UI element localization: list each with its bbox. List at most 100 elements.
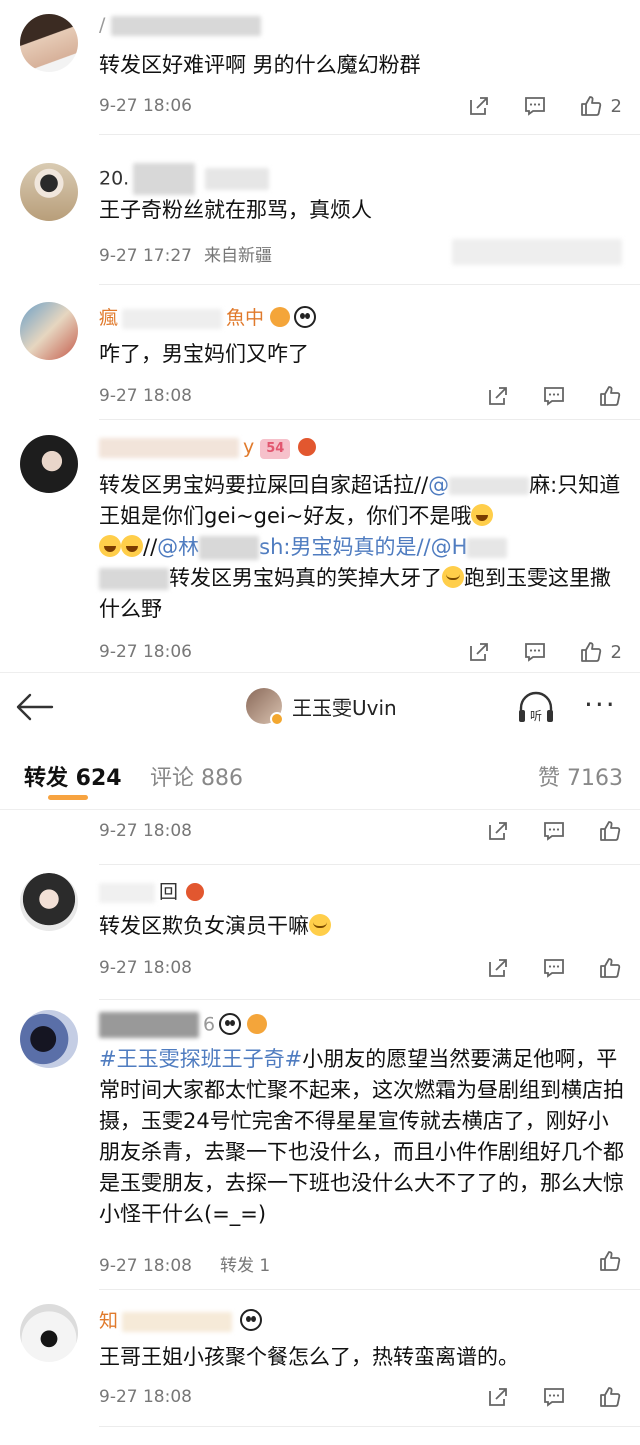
fish-badge-icon	[247, 1013, 268, 1034]
comment-text: 咋了，男宝妈们又咋了	[99, 342, 309, 366]
share-button[interactable]	[486, 384, 510, 408]
comment-text: 转发区好难评啊 男的什么魔幻粉群	[99, 53, 421, 77]
share-icon	[486, 384, 510, 408]
laugh-cry-emoji-icon	[309, 914, 331, 936]
comment-icon	[523, 640, 547, 664]
mention-link[interactable]: @	[428, 473, 449, 497]
comment-item: 知 王哥王姐小孩聚个餐怎么了，热转蛮离谱的。 9-27 18:08	[0, 1290, 640, 1430]
like-count: 2	[610, 641, 622, 663]
thumbs-up-icon	[598, 956, 622, 980]
thumbs-up-icon	[598, 1249, 622, 1273]
username[interactable]: 6	[99, 1012, 268, 1038]
laugh-cry-emoji-icon	[442, 566, 464, 588]
share-button[interactable]	[467, 640, 491, 664]
comment-time: 9-27 18:06	[99, 642, 192, 662]
tab-comment[interactable]: 评论 886	[150, 760, 243, 792]
like-button[interactable]	[598, 1249, 622, 1273]
divider	[99, 1426, 640, 1427]
comment-item: 瘋魚中 咋了，男宝妈们又咋了 9-27 18:08	[0, 285, 640, 420]
comment-icon	[542, 1385, 566, 1409]
comment-text: #王玉雯探班王子奇#小朋友的愿望当然要满足他啊，平常时间大家都太忙聚不起来，这次…	[99, 1047, 624, 1226]
topic-link[interactable]: #王玉雯探班王子奇#	[99, 1047, 302, 1071]
comment-icon	[523, 94, 547, 118]
thumbs-up-icon	[598, 384, 622, 408]
thumbs-up-icon	[598, 819, 622, 843]
avatar[interactable]	[20, 14, 78, 72]
avatar[interactable]	[20, 873, 78, 931]
avatar[interactable]	[20, 1010, 78, 1068]
mention-link[interactable]: @林	[157, 535, 199, 559]
fan-badge-icon	[186, 883, 205, 901]
comment-icon	[542, 384, 566, 408]
laugh-emoji-icon	[99, 535, 121, 557]
comment-icon	[542, 956, 566, 980]
avatar[interactable]	[20, 1304, 78, 1362]
like-button[interactable]	[598, 1385, 622, 1409]
comment-button[interactable]	[542, 384, 566, 408]
avatar[interactable]	[20, 302, 78, 360]
comment-button[interactable]	[542, 956, 566, 980]
username[interactable]: 知	[99, 1306, 263, 1333]
more-options-icon[interactable]: ···	[584, 691, 617, 719]
comment-meta: 9-27 17:27 来自新疆	[99, 246, 272, 266]
comment-time: 9-27 18:06	[99, 96, 192, 116]
share-icon	[486, 819, 510, 843]
share-button[interactable]	[486, 1385, 510, 1409]
comment-text: 王子奇粉丝就在那骂，真烦人	[99, 198, 372, 222]
comment-time: 9-27 18:08	[99, 1387, 192, 1407]
comment-button[interactable]	[542, 1385, 566, 1409]
comment-meta: 9-27 18:08 转发 1	[99, 1256, 271, 1276]
share-button[interactable]	[486, 819, 510, 843]
listen-headphones-icon[interactable]: 听	[516, 690, 556, 726]
comment-text: 王哥王姐小孩聚个餐怎么了，热转蛮离谱的。	[99, 1345, 519, 1369]
comment-time: 9-27 18:08	[99, 821, 192, 841]
tab-repost[interactable]: 转发 624	[24, 760, 122, 792]
laugh-emoji-icon	[471, 504, 494, 526]
share-icon	[486, 1385, 510, 1409]
username[interactable]: /	[99, 14, 262, 36]
mention-link[interactable]: @H	[431, 535, 468, 559]
nav-title[interactable]: 王玉雯Uvin	[246, 688, 397, 726]
comment-text: 转发区欺负女演员干嘛	[99, 911, 624, 942]
crown-badge-icon	[270, 307, 291, 327]
comment-icon	[542, 819, 566, 843]
username[interactable]: 回	[99, 877, 205, 904]
share-icon	[467, 94, 491, 118]
back-arrow-icon[interactable]	[12, 687, 56, 727]
panda-badge-icon	[240, 1309, 263, 1331]
username[interactable]: y 54	[99, 436, 317, 459]
username[interactable]: 瘋魚中	[99, 303, 317, 330]
avatar[interactable]	[20, 435, 78, 493]
comment-button[interactable]	[523, 94, 547, 118]
author-avatar[interactable]	[246, 688, 284, 726]
comment-button[interactable]	[542, 819, 566, 843]
comment-button[interactable]	[523, 640, 547, 664]
like-button[interactable]	[598, 956, 622, 980]
share-icon	[467, 640, 491, 664]
author-name[interactable]: 王玉雯Uvin	[292, 692, 397, 721]
repost-count-label[interactable]: 转发 1	[220, 1256, 270, 1276]
like-button[interactable]	[598, 819, 622, 843]
tab-like[interactable]: 赞 7163	[538, 760, 623, 792]
like-button[interactable]: 2	[579, 94, 622, 118]
share-button[interactable]	[486, 956, 510, 980]
verified-badge-icon	[270, 712, 284, 726]
comment-time: 9-27 18:08	[99, 958, 192, 978]
laugh-emoji-icon	[121, 535, 143, 557]
share-button[interactable]	[467, 94, 491, 118]
panda-badge-icon	[219, 1012, 242, 1035]
like-button[interactable]: 2	[579, 640, 622, 664]
comment-item: 9-27 18:08	[0, 810, 640, 865]
top-nav-bar: 王玉雯Uvin 听 ···	[0, 672, 640, 740]
thumbs-up-icon	[579, 94, 603, 118]
tab-active-indicator	[48, 795, 88, 800]
comment-item: 6 #王玉雯探班王子奇#小朋友的愿望当然要满足他啊，平常时间大家都太忙聚不起来，…	[0, 1000, 640, 1290]
comment-item: y 54 转发区男宝妈要拉屎回自家超话拉//@ 麻:只知道王姐是你们gei~gei~…	[0, 420, 640, 672]
level-badge: 54	[260, 439, 291, 459]
username[interactable]: 20.	[99, 163, 270, 195]
avatar[interactable]	[20, 163, 78, 221]
share-icon	[486, 956, 510, 980]
comment-time: 9-27 18:08	[99, 386, 192, 406]
like-button[interactable]	[598, 384, 622, 408]
thumbs-up-icon	[579, 640, 603, 664]
